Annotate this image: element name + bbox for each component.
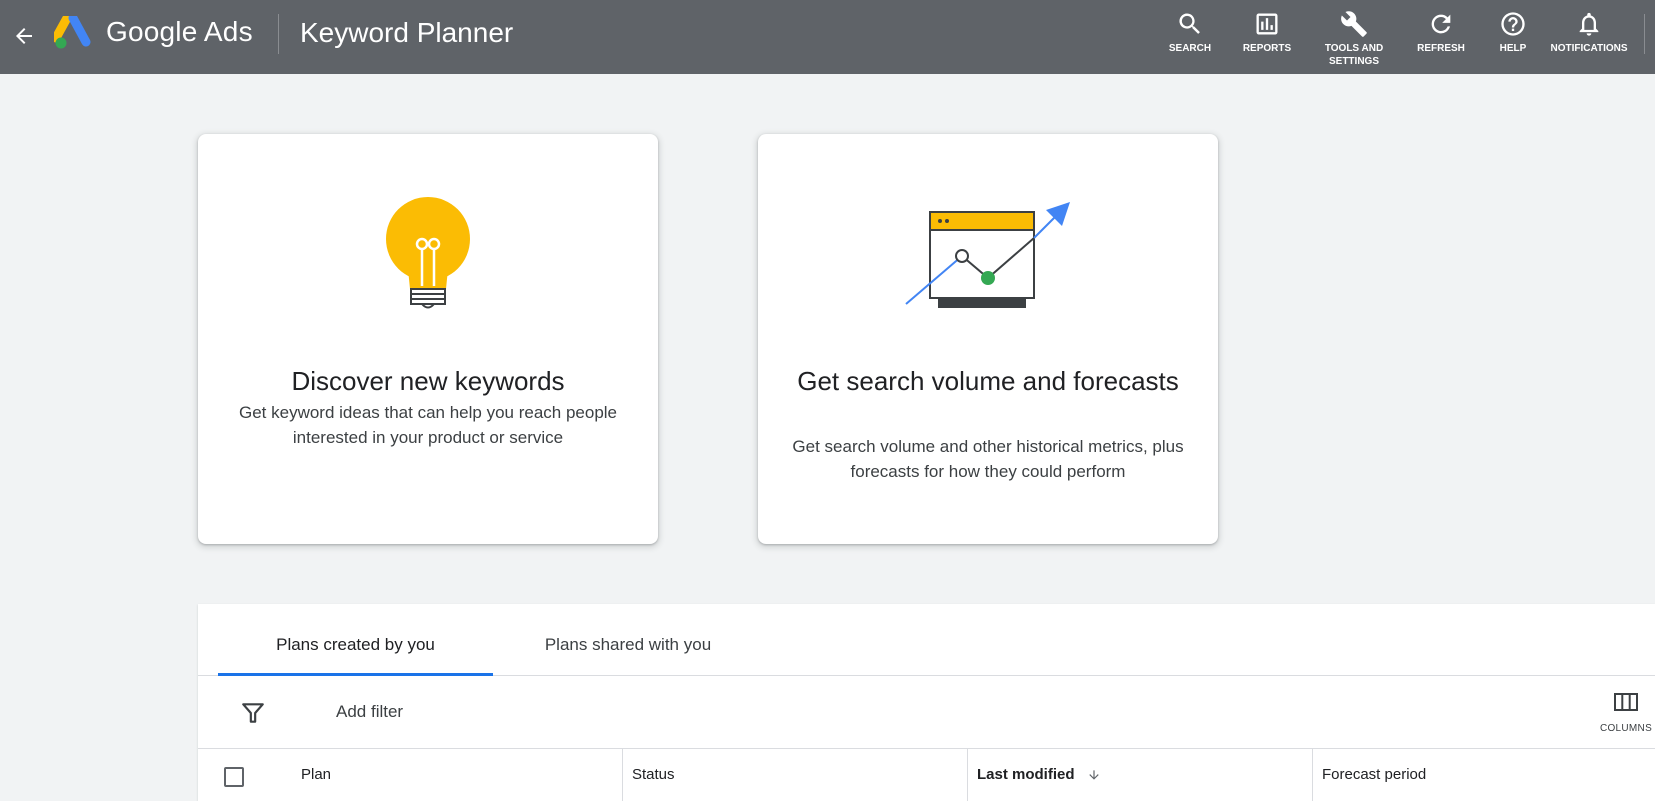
tab-plans-shared-with-you[interactable]: Plans shared with you xyxy=(503,604,753,676)
arrow-back-icon xyxy=(16,28,32,44)
header-divider xyxy=(278,14,279,54)
arrow-down-icon xyxy=(1089,770,1099,780)
lightbulb-icon xyxy=(386,197,470,309)
tools-and-settings-button[interactable]: TOOLS AND SETTINGS xyxy=(1312,10,1396,68)
wrench-icon xyxy=(1341,11,1367,37)
columns-label: COLUMNS xyxy=(1599,723,1653,734)
top-bar: Google Ads Keyword Planner SEARCH REPORT… xyxy=(0,0,1655,74)
forecast-chart-icon xyxy=(905,202,1070,308)
discover-keywords-card[interactable]: Discover new keywords Get keyword ideas … xyxy=(198,134,658,544)
columns-button[interactable]: COLUMNS xyxy=(1596,692,1655,734)
columns-icon xyxy=(1614,693,1638,711)
card-title: Discover new keywords xyxy=(291,366,565,396)
help-button[interactable]: HELP xyxy=(1471,10,1555,55)
column-header-forecast-period[interactable]: Forecast period xyxy=(1312,749,1426,801)
card-title: Get search volume and forecasts xyxy=(797,366,1179,396)
select-all-checkbox[interactable] xyxy=(224,767,244,787)
last-modified-label: Last modified xyxy=(977,766,1075,783)
search-label: SEARCH xyxy=(1168,43,1212,54)
table-header-row: Plan Status Last modified Forecast perio… xyxy=(198,749,1655,801)
google-ads-logo xyxy=(54,16,91,49)
search-button[interactable]: SEARCH xyxy=(1148,10,1232,55)
bell-icon xyxy=(1579,12,1599,36)
card-illustration xyxy=(758,194,1218,324)
refresh-icon xyxy=(1431,14,1451,34)
card-illustration xyxy=(198,194,658,324)
brand-name: Google Ads xyxy=(106,16,253,47)
add-filter-button[interactable]: Add filter xyxy=(336,702,403,722)
tools-and-settings-label: TOOLS AND SETTINGS xyxy=(1324,43,1384,67)
notifications-label: NOTIFICATIONS xyxy=(1550,43,1628,54)
back-button[interactable] xyxy=(6,18,42,54)
page-title: Keyword Planner xyxy=(300,17,514,48)
header-right-divider xyxy=(1644,14,1645,54)
search-icon xyxy=(1179,13,1200,34)
card-description: Get keyword ideas that can help you reac… xyxy=(238,403,618,447)
help-label: HELP xyxy=(1499,43,1527,54)
reports-label: REPORTS xyxy=(1242,43,1292,54)
reports-icon xyxy=(1256,13,1278,35)
column-header-last-modified[interactable]: Last modified xyxy=(967,749,1101,801)
help-icon xyxy=(1501,12,1525,36)
search-volume-forecasts-card[interactable]: Get search volume and forecasts Get sear… xyxy=(758,134,1218,544)
filter-bar: Add filter COLUMNS xyxy=(198,676,1655,749)
column-header-status[interactable]: Status xyxy=(622,749,675,801)
card-description: Get search volume and other historical m… xyxy=(792,437,1184,481)
filter-icon[interactable] xyxy=(240,700,266,726)
tab-plans-created-by-you[interactable]: Plans created by you xyxy=(218,604,493,676)
column-header-plan[interactable]: Plan xyxy=(301,749,331,801)
plans-panel: Plans created by you Plans shared with y… xyxy=(198,604,1655,801)
plans-tabs: Plans created by you Plans shared with y… xyxy=(198,604,1655,676)
reports-button[interactable]: REPORTS xyxy=(1225,10,1309,55)
notifications-button[interactable]: NOTIFICATIONS xyxy=(1546,10,1632,55)
